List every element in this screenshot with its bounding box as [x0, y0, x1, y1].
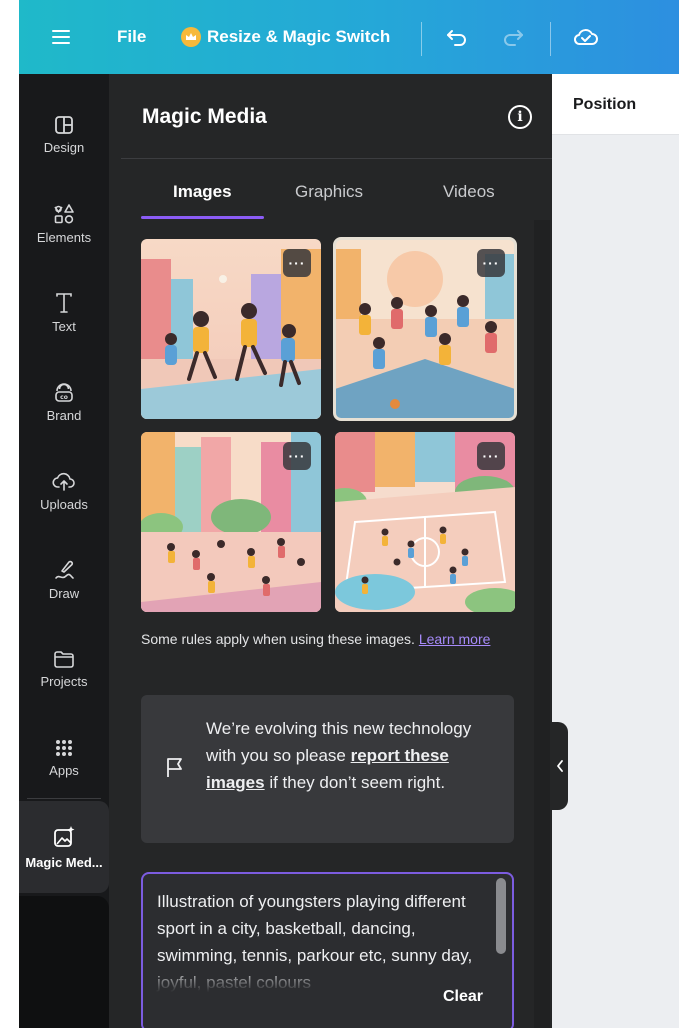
magic-media-icon [54, 825, 75, 847]
more-options-icon[interactable]: ··· [477, 442, 505, 470]
more-options-icon[interactable]: ··· [283, 442, 311, 470]
tab-graphics[interactable]: Graphics [295, 182, 363, 202]
info-icon[interactable]: i [508, 105, 532, 129]
shapes-icon [54, 204, 74, 224]
rail-label: Apps [49, 763, 79, 778]
redo-icon[interactable] [501, 0, 525, 74]
rail-label: Brand [46, 408, 82, 423]
prompt-scrollbar[interactable] [496, 878, 506, 954]
magic-media-panel: Magic Media i Images Graphics Videos ··· [109, 74, 552, 1028]
generated-image-1[interactable]: ··· [141, 239, 321, 419]
panel-title: Magic Media [142, 105, 267, 128]
rail-label: Elements [36, 230, 92, 245]
rail-item-elements[interactable]: Elements [19, 189, 109, 259]
svg-text:co: co [60, 394, 68, 401]
divider [550, 22, 551, 56]
clear-button[interactable]: Clear [443, 988, 483, 1006]
prompt-input[interactable]: Illustration of youngsters playing diffe… [141, 872, 514, 1028]
cloud-saved-icon[interactable] [572, 0, 600, 74]
rail-label: Projects [40, 674, 88, 689]
side-rail: Design Elements Text co Brand Uploads Dr… [19, 74, 109, 1028]
usage-rules-text: Some rules apply when using these images… [141, 626, 511, 652]
folder-icon [54, 651, 74, 668]
divider [421, 22, 422, 56]
notice-text-after: if they don’t seem right. [269, 773, 446, 792]
flag-icon [167, 758, 182, 777]
rail-empty-area [19, 896, 109, 1028]
rail-label: Uploads [40, 497, 88, 512]
rail-item-brand[interactable]: co Brand [19, 367, 109, 437]
text-icon [56, 293, 72, 313]
rail-item-magic-media[interactable]: Magic Med... [19, 801, 109, 893]
top-bar: File Resize & Magic Switch [19, 0, 679, 74]
undo-icon[interactable] [445, 0, 469, 74]
rail-label: Design [43, 140, 85, 155]
layout-icon [55, 116, 73, 134]
resize-label: Resize & Magic Switch [207, 27, 391, 46]
collapse-panel-button[interactable] [552, 722, 568, 810]
rail-item-uploads[interactable]: Uploads [19, 456, 109, 526]
context-toolbar: Position [552, 74, 679, 135]
rail-divider [27, 798, 101, 799]
editor-canvas-area: Position [552, 74, 679, 1028]
tab-videos[interactable]: Videos [443, 182, 495, 202]
rail-item-projects[interactable]: Projects [19, 634, 109, 704]
learn-more-link[interactable]: Learn more [419, 631, 491, 647]
more-options-icon[interactable]: ··· [283, 249, 311, 277]
rules-text: Some rules apply when using these images… [141, 631, 415, 647]
resize-magic-switch-button[interactable]: Resize & Magic Switch [181, 0, 390, 74]
brand-icon: co [55, 383, 73, 402]
rail-label: Magic Med... [25, 854, 103, 870]
rail-item-design[interactable]: Design [19, 100, 109, 170]
generated-image-3[interactable]: ··· [141, 432, 321, 612]
rail-label: Text [52, 319, 76, 334]
chevron-left-icon [557, 760, 563, 772]
feedback-notice: We’re evolving this new technology with … [141, 695, 514, 843]
crown-icon [181, 27, 201, 47]
generated-image-4[interactable]: ··· [335, 432, 515, 612]
draw-icon [55, 560, 74, 579]
file-menu[interactable]: File [117, 0, 146, 74]
more-options-icon[interactable]: ··· [477, 249, 505, 277]
panel-scrollbar[interactable] [534, 220, 550, 1028]
rail-item-text[interactable]: Text [19, 278, 109, 348]
generated-image-2[interactable]: ··· [333, 237, 517, 421]
rail-label: Draw [48, 586, 80, 601]
apps-grid-icon [56, 740, 72, 756]
rail-item-draw[interactable]: Draw [19, 545, 109, 615]
divider [121, 158, 552, 159]
rail-item-apps[interactable]: Apps [19, 723, 109, 793]
menu-icon[interactable] [51, 0, 71, 74]
position-button[interactable]: Position [573, 96, 636, 114]
active-tab-indicator [141, 216, 264, 219]
upload-cloud-icon [52, 472, 75, 491]
tab-images[interactable]: Images [173, 182, 232, 202]
notice-text: We’re evolving this new technology with … [206, 715, 496, 796]
